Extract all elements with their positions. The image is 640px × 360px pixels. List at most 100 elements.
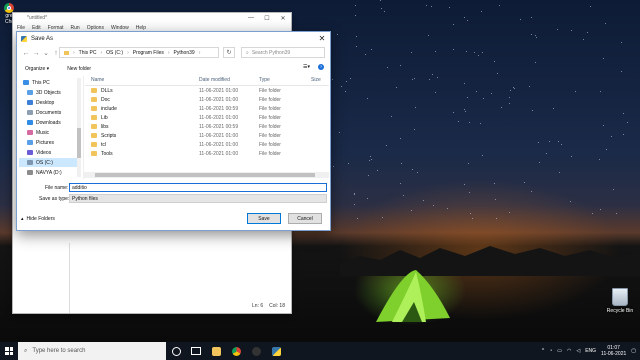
- desktop-icon: [27, 100, 33, 105]
- star: [467, 19, 469, 21]
- star: [621, 41, 623, 43]
- star: [477, 55, 479, 57]
- maximize-icon[interactable]: ☐: [259, 13, 275, 23]
- column-name[interactable]: Name: [91, 77, 104, 83]
- nav-3d-objects[interactable]: 3D Objects: [27, 88, 61, 97]
- file-name-input[interactable]: additio: [69, 183, 327, 192]
- save-type-select[interactable]: Python files: [69, 194, 327, 203]
- star: [415, 107, 417, 109]
- star: [355, 15, 357, 17]
- new-folder-button[interactable]: New folder: [67, 66, 91, 72]
- back-arrow-icon[interactable]: ←: [21, 49, 31, 59]
- breadcrumb-python39[interactable]: Python39: [174, 50, 195, 56]
- battery-icon[interactable]: ▭: [557, 348, 562, 354]
- nav-documents[interactable]: Documents: [27, 108, 61, 117]
- column-date-modified[interactable]: Date modified: [199, 77, 230, 83]
- star: [493, 182, 495, 184]
- save-button[interactable]: Save: [247, 213, 281, 224]
- refresh-icon[interactable]: ↻: [223, 47, 235, 58]
- forward-arrow-icon[interactable]: →: [31, 49, 41, 59]
- nav-desktop[interactable]: Desktop: [27, 98, 54, 107]
- nav-label: This PC: [32, 79, 50, 86]
- menu-format[interactable]: Format: [48, 25, 64, 31]
- task-view-icon[interactable]: [186, 342, 206, 360]
- star: [344, 90, 346, 92]
- star: [381, 216, 383, 218]
- network-icon[interactable]: ◔: [549, 348, 552, 354]
- star: [548, 140, 550, 142]
- horizontal-scrollbar[interactable]: [83, 172, 329, 178]
- file-explorer-icon[interactable]: [206, 342, 226, 360]
- computer-icon: [23, 80, 29, 85]
- file-row[interactable]: Lib 11-06-2021 01:00 File folder: [85, 114, 319, 123]
- search-box[interactable]: ⌕ Search Python39: [241, 47, 325, 58]
- address-bar[interactable]: › This PC › OS (C:) › Program Files › Py…: [59, 47, 219, 58]
- nav-navya-d[interactable]: NAVYA (D:): [27, 168, 62, 177]
- help-icon[interactable]: ?: [318, 64, 324, 70]
- star: [463, 184, 465, 186]
- star: [520, 18, 522, 20]
- menu-options[interactable]: Options: [87, 25, 104, 31]
- nav-downloads[interactable]: Downloads: [27, 118, 61, 127]
- app-icon[interactable]: [246, 342, 266, 360]
- menu-window[interactable]: Window: [111, 25, 129, 31]
- save-type-label: Save as type:: [39, 196, 70, 202]
- volume-icon[interactable]: ◁: [576, 348, 580, 354]
- column-size[interactable]: Size: [311, 77, 321, 83]
- nav-this-pc[interactable]: This PC: [23, 78, 50, 87]
- file-row[interactable]: DLLs 11-06-2021 01:00 File folder: [85, 87, 319, 96]
- start-button[interactable]: [0, 342, 18, 360]
- hide-folders-toggle[interactable]: ▴ Hide Folders: [21, 216, 55, 222]
- nav-music[interactable]: Music: [27, 128, 49, 137]
- file-row[interactable]: Scripts 11-06-2021 01:00 File folder: [85, 132, 319, 141]
- menu-edit[interactable]: Edit: [32, 25, 41, 31]
- star: [531, 191, 533, 193]
- menu-run[interactable]: Run: [71, 25, 80, 31]
- organize-button[interactable]: Organize ▾: [25, 66, 49, 72]
- chevron-up-icon[interactable]: ^: [542, 348, 544, 354]
- nav-os-c[interactable]: OS (C:): [19, 158, 81, 167]
- nav-label: Downloads: [36, 119, 61, 126]
- breadcrumb-program-files[interactable]: Program Files: [133, 50, 164, 56]
- menu-file[interactable]: File: [17, 25, 25, 31]
- cancel-button[interactable]: Cancel: [288, 213, 322, 224]
- view-options-icon[interactable]: ☰▾: [303, 64, 310, 70]
- chrome-taskbar-icon[interactable]: [226, 342, 246, 360]
- minimize-icon[interactable]: —: [243, 13, 259, 23]
- python-file-icon: [21, 36, 27, 42]
- wifi-icon[interactable]: ◠: [567, 348, 571, 354]
- breadcrumb-this-pc[interactable]: This PC: [79, 50, 97, 56]
- save-as-dialog[interactable]: Save As ✕ ← → ⌄ ↑ › This PC › OS (C:) › …: [16, 31, 331, 231]
- navigation-bar: ← → ⌄ ↑ › This PC › OS (C:) › Program Fi…: [17, 46, 330, 62]
- close-icon[interactable]: ✕: [275, 13, 291, 23]
- python-icon[interactable]: [266, 342, 286, 360]
- search-icon: ⌕: [24, 347, 28, 354]
- recent-locations-icon[interactable]: ⌄: [41, 49, 51, 59]
- star: [423, 199, 425, 201]
- nav-videos[interactable]: Videos: [27, 148, 51, 157]
- close-icon[interactable]: ✕: [317, 34, 327, 44]
- file-row[interactable]: tcl 11-06-2021 01:00 File folder: [85, 141, 319, 150]
- nav-label: Desktop: [36, 99, 55, 106]
- star: [386, 144, 388, 146]
- recycle-bin-shortcut[interactable]: Recycle Bin: [603, 288, 637, 314]
- star: [345, 81, 347, 83]
- file-row[interactable]: Doc 11-06-2021 01:00 File folder: [85, 96, 319, 105]
- language-indicator[interactable]: ENG: [585, 348, 596, 354]
- column-type[interactable]: Type: [259, 77, 270, 83]
- cortana-icon[interactable]: [166, 342, 186, 360]
- clock[interactable]: 01:07 11-06-2021: [601, 345, 626, 357]
- nav-pictures[interactable]: Pictures: [27, 138, 54, 147]
- star: [570, 201, 572, 203]
- file-row[interactable]: Tools 11-06-2021 01:00 File folder: [85, 150, 319, 159]
- menu-help[interactable]: Help: [136, 25, 146, 31]
- nav-scrollbar[interactable]: [77, 78, 81, 177]
- file-row[interactable]: libs 11-06-2021 00:59 File folder: [85, 123, 319, 132]
- breadcrumb-os-c[interactable]: OS (C:): [106, 50, 123, 56]
- file-type: File folder: [259, 88, 281, 94]
- file-row[interactable]: include 11-06-2021 00:59 File folder: [85, 105, 319, 114]
- taskbar-search-box[interactable]: ⌕ Type here to search: [18, 342, 166, 360]
- star: [610, 136, 612, 138]
- notification-icon[interactable]: ▢: [631, 348, 636, 354]
- file-list: Name Date modified Type Size DLLs 11-06-…: [85, 76, 329, 179]
